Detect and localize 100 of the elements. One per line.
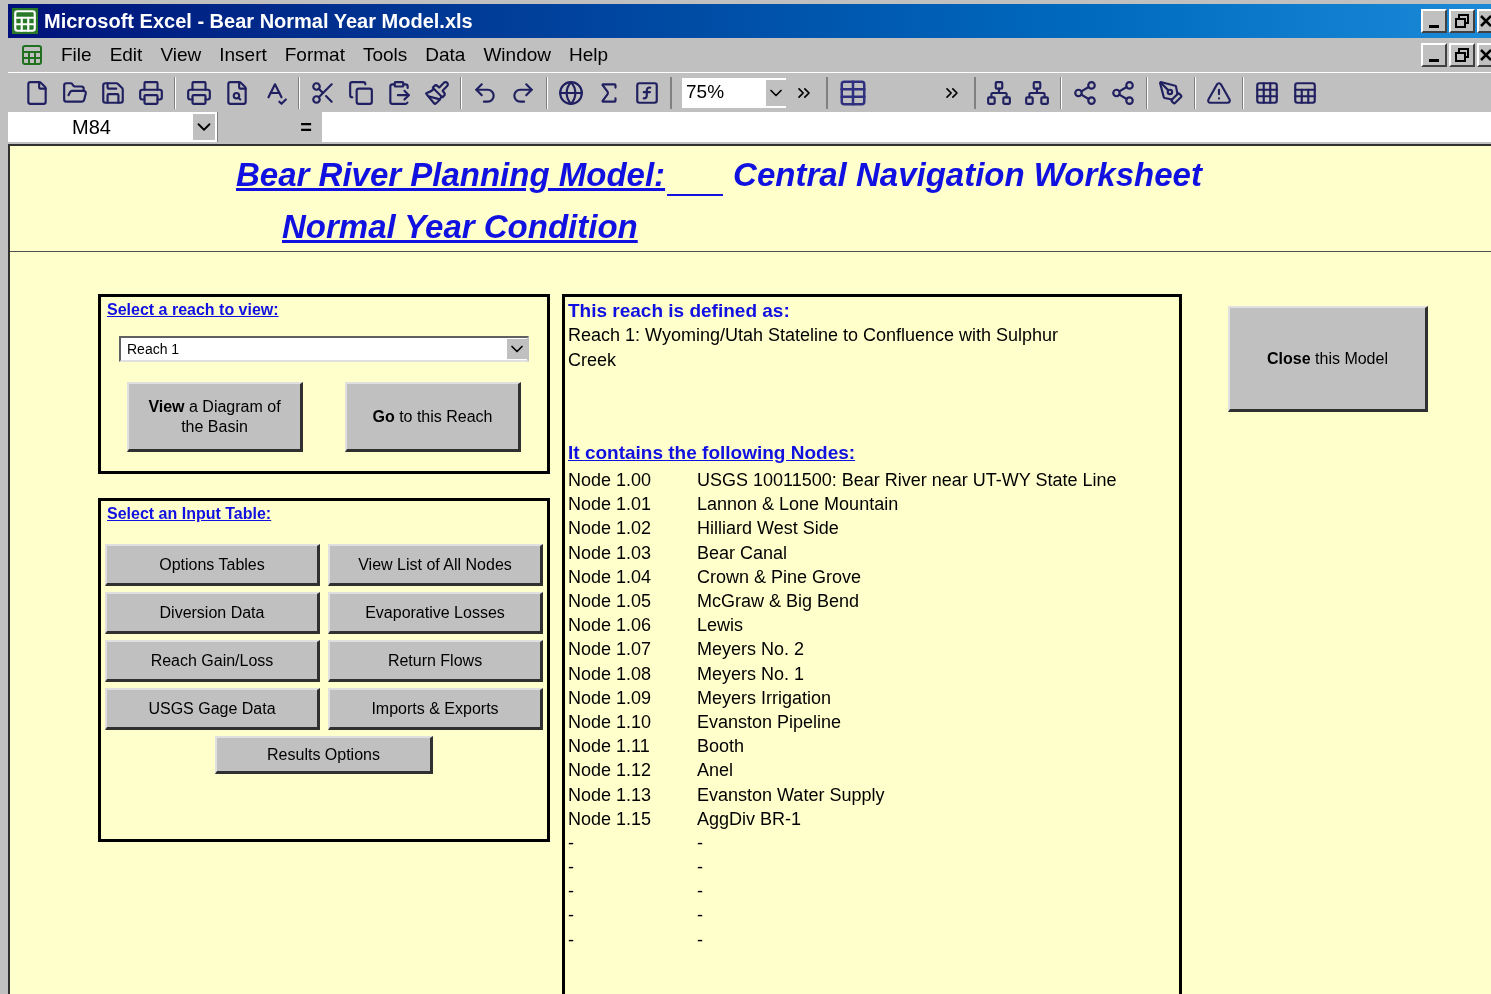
action-button[interactable]: Go to this Reach <box>345 382 521 452</box>
menu-item[interactable]: Window <box>474 41 560 70</box>
node-name: Booth <box>697 735 745 759</box>
cut-icon[interactable] <box>310 79 336 106</box>
save-icon[interactable] <box>100 79 126 106</box>
open-folder-icon[interactable] <box>62 79 88 106</box>
restore-button[interactable] <box>1449 43 1475 68</box>
reach-description: Reach 1: Wyoming/Utah Stateline to Confluence with Sulphur Creek <box>568 323 1060 372</box>
sheet-subtitle: Normal Year Condition <box>282 206 639 247</box>
window-title: Microsoft Excel - Bear Normal Year Model.xls <box>44 9 474 35</box>
node-name: AggDiv BR-1 <box>697 807 802 831</box>
node-name: Evanston Water Supply <box>697 783 885 807</box>
node-name: Hilliard West Side <box>697 517 839 541</box>
print-preview-icon[interactable] <box>224 79 250 106</box>
minimize-button[interactable] <box>1421 43 1447 68</box>
node-name: Bear Canal <box>697 541 788 565</box>
table-button[interactable]: Evaporative Losses <box>328 592 543 634</box>
node-id: - <box>568 856 575 880</box>
menu-item[interactable]: Data <box>416 41 475 70</box>
table-button[interactable]: Reach Gain/Loss <box>105 640 320 682</box>
table-edit-icon[interactable] <box>1292 79 1318 106</box>
table-button[interactable]: View List of All Nodes <box>328 544 543 586</box>
node-name: Lannon & Lone Mountain <box>697 493 899 517</box>
node-name: McGraw & Big Bend <box>697 590 860 614</box>
sheet-title: Bear River Planning Model: <box>236 155 666 195</box>
node-id: Node 1.01 <box>568 493 653 517</box>
table-button[interactable]: Diversion Data <box>105 592 320 634</box>
paste-icon[interactable] <box>386 79 412 106</box>
excel-logo-icon <box>12 8 38 35</box>
minimize-icon <box>1429 25 1439 29</box>
close-button[interactable] <box>1477 9 1491 34</box>
node-name: - <box>697 856 703 880</box>
sheet-title: Central Navigation Worksheet <box>733 155 1202 195</box>
name-box[interactable]: M84 <box>8 112 218 142</box>
equals-button[interactable]: = <box>300 112 312 142</box>
workbook-icon <box>20 43 44 68</box>
node-id: Node 1.06 <box>568 614 653 638</box>
node-id: Node 1.08 <box>568 662 653 686</box>
restore-button[interactable] <box>1449 9 1475 34</box>
minimize-button[interactable] <box>1421 9 1447 34</box>
panel-heading: Select an Input Table: <box>107 504 273 524</box>
node-name: - <box>697 831 703 855</box>
printer-icon[interactable] <box>138 79 164 106</box>
node-id: - <box>568 928 575 952</box>
reach-dropdown[interactable]: Reach 1 <box>119 336 529 362</box>
menu-item[interactable]: Format <box>275 41 354 70</box>
node-name: - <box>697 904 703 928</box>
node-name: - <box>697 928 703 952</box>
node-name: - <box>697 880 703 904</box>
node-id: Node 1.09 <box>568 686 653 710</box>
node-name: Meyers No. 1 <box>697 662 805 686</box>
function-icon[interactable] <box>634 79 660 106</box>
node-id: - <box>568 831 575 855</box>
close-model-button[interactable]: Close this Model <box>1228 306 1428 412</box>
node-name: Meyers No. 2 <box>697 638 805 662</box>
node-id: Node 1.02 <box>568 517 653 541</box>
action-button[interactable]: View a Diagram of the Basin <box>127 382 303 452</box>
node-name: Meyers Irrigation <box>697 686 832 710</box>
table-button[interactable]: Return Flows <box>328 640 543 682</box>
node-id: Node 1.07 <box>568 638 653 662</box>
menu-item[interactable]: File <box>52 41 101 70</box>
menu-item[interactable]: View <box>151 41 211 70</box>
menu-item[interactable]: Edit <box>100 41 152 70</box>
node-name: USGS 10011500: Bear River near UT-WY State Line <box>697 469 1117 493</box>
node-id: - <box>568 904 575 928</box>
panel-heading: This reach is defined as: <box>568 299 791 323</box>
panel-heading: Select a reach to view: <box>107 300 280 320</box>
restore-icon <box>1455 48 1469 63</box>
node-id: - <box>568 880 575 904</box>
new-file-icon[interactable] <box>24 79 50 106</box>
warning-icon[interactable] <box>1206 79 1232 106</box>
node-id: Node 1.11 <box>568 735 651 759</box>
node-name: Anel <box>697 759 734 783</box>
minimize-icon <box>1429 59 1439 63</box>
node-name: Lewis <box>697 614 744 638</box>
node-id: Node 1.10 <box>568 710 653 734</box>
menu-item[interactable]: Help <box>560 41 618 70</box>
node-id: Node 1.05 <box>568 590 653 614</box>
panel-heading: It contains the following Nodes: <box>568 440 857 465</box>
table-button[interactable]: Results Options <box>215 736 433 774</box>
print-icon[interactable] <box>186 79 212 106</box>
node-id: Node 1.03 <box>568 541 653 565</box>
table-button[interactable]: Options Tables <box>105 544 320 586</box>
node-name: Crown & Pine Grove <box>697 565 862 589</box>
node-id: Node 1.00 <box>568 469 653 493</box>
node-id: Node 1.12 <box>568 759 653 783</box>
menu-item[interactable]: Insert <box>210 41 276 70</box>
node-id: Node 1.04 <box>568 565 653 589</box>
table-button[interactable]: USGS Gage Data <box>105 688 320 730</box>
copy-icon[interactable] <box>348 79 374 106</box>
grid-icon[interactable] <box>1254 79 1280 106</box>
close-button[interactable] <box>1477 43 1491 68</box>
node-id: Node 1.15 <box>568 807 653 831</box>
globe-icon[interactable] <box>558 79 584 106</box>
format-painter-icon[interactable] <box>424 79 450 106</box>
menu-item[interactable]: Tools <box>353 41 417 70</box>
node-id: Node 1.13 <box>568 783 653 807</box>
zoom-dropdown[interactable]: 75% <box>682 77 786 108</box>
restore-icon <box>1455 14 1469 29</box>
table-button[interactable]: Imports & Exports <box>328 688 543 730</box>
